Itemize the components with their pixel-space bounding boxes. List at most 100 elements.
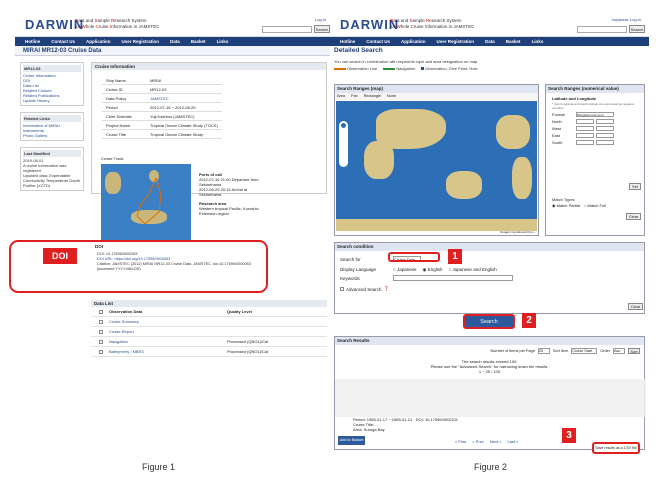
keywords-input[interactable] [393,275,513,281]
nav-data[interactable]: Data [485,37,495,46]
result-item: Period: 1985-01-17 ~ 1985-01-21 DOI: 10.… [353,417,459,432]
search-condition-panel: Search condition Search for Cruise Data … [334,242,645,314]
south-min-input[interactable] [596,140,614,145]
page-title: MIRAI MR12-03 Cruise Data [15,46,334,56]
cruise-track-map[interactable] [101,164,191,240]
search-results-panel: Search Results Number of items per Page … [334,336,646,450]
format-select[interactable]: DM (ddd.mmm.mm) [576,112,614,117]
map-panel: Search Ranges (map) Area Pan Rectangle N… [334,84,539,236]
page-prev[interactable]: < Prev [472,439,484,444]
page-next[interactable]: Next > [490,439,502,444]
row-checkbox[interactable] [99,339,103,344]
tagline: Data and Sample Research System for Whol… [75,18,160,29]
set-button[interactable]: Set [629,183,641,190]
row-checkbox[interactable] [99,349,103,354]
clear-range-button[interactable]: Clear [626,213,641,220]
nav-user-registration[interactable]: User Registration [437,37,475,46]
table-row: Cruise Summary [91,317,327,327]
sidebar-item[interactable]: Update History [23,98,81,103]
tool-pan[interactable]: Pan [351,93,358,100]
sort-item-select[interactable]: Cruise Start [571,348,598,354]
figure-2-caption: Figure 2 [474,462,508,472]
match-partial-radio[interactable]: ◉ Match Partial [552,203,580,208]
pagination: « First < Prev Next > Last » [455,439,518,444]
ports-of-call: Ports of call 2012-07-16 21:00 Departure… [199,172,259,216]
nav-application[interactable]: Application [401,37,426,46]
main-nav: Hotline Contact Us Application User Regi… [330,37,649,46]
tagline: Data and Sample Research System for Whol… [390,18,475,29]
japanese-link[interactable]: Japanese [611,17,628,22]
match-full-radio[interactable]: ○ Match Full [584,203,606,208]
north-deg-input[interactable] [576,119,594,124]
nav-user-registration[interactable]: User Registration [122,37,160,46]
nav-application[interactable]: Application [86,37,111,46]
nav-links[interactable]: Links [532,37,544,46]
world-map[interactable] [336,101,537,231]
nav-data[interactable]: Data [170,37,180,46]
sidebar-box-links: Related Links Information of MIRAI Instr… [20,112,84,141]
south-deg-input[interactable] [576,140,594,145]
login-link[interactable]: Log-in [315,17,326,22]
page-first[interactable]: « First [455,439,466,444]
clear-condition-button[interactable]: Clear [628,303,643,310]
doi-details: DOI: 10.17596/0000063 DOI URL: https://d… [97,252,267,272]
add-to-basket-button[interactable]: Add to Basket [338,436,365,445]
search-submit-button[interactable]: Search [463,314,515,329]
marker-3: 3 [562,428,576,443]
advanced-search-checkbox[interactable] [340,287,344,291]
nav-hotline[interactable]: Hotline [25,37,40,46]
data-list: Data List Observation Data Quality Level … [91,300,327,357]
search-button[interactable]: Search [629,25,645,33]
nav-links[interactable]: Links [217,37,229,46]
save-csv-button[interactable]: Save results as a CSV file [592,442,640,454]
lang-both-radio[interactable]: ○ Japanese and English [448,267,496,273]
search-input[interactable] [262,26,312,33]
results-controls: Number of items per Page 25 Sort Item Cr… [491,348,640,354]
search-input[interactable] [577,26,627,33]
match-type-options: ◉ Match Partial ○ Match Full [552,203,606,208]
nav-basket[interactable]: Basket [506,37,521,46]
north-min-input[interactable] [596,119,614,124]
table-row: Navigation Processed (QNO1)/Cal [91,337,327,347]
login-link[interactable]: Log-in [630,17,641,22]
sidebar-link[interactable]: Photo Gallery [23,133,81,138]
items-per-page-select[interactable]: 25 [537,348,550,354]
page-title: Detailed Search [334,47,383,54]
order-select[interactable]: Asc [613,348,625,354]
search-button[interactable]: Search [314,25,330,33]
tool-none[interactable]: None [387,93,396,100]
page-last[interactable]: Last » [507,439,518,444]
east-deg-input[interactable] [576,133,594,138]
sort-button[interactable]: Sort [628,348,640,354]
top-links: Japanese Log-in [611,17,641,22]
help-icon[interactable]: ❓ [384,286,390,292]
cruise-info-table: Ship Name MIRAI Cruise ID MR12-03 Data Pol… [102,76,222,139]
lang-english-radio[interactable]: ◉ English [423,267,443,273]
nav-contact[interactable]: Contact Us [366,37,390,46]
row-checkbox[interactable] [99,329,103,334]
cruise-track-label: Cruise Track [101,156,124,161]
select-all-checkbox[interactable] [99,309,103,314]
marker-1: 1 [448,249,462,264]
doi-section-title: DOI [95,244,104,249]
row-checkbox[interactable] [99,319,103,324]
tool-area[interactable]: Area [337,93,345,100]
data-list-header: Observation Data Quality Level [91,307,327,317]
sidebar: MR12-03 Cruise Information DOI Data List… [20,62,84,197]
marker-2: 2 [522,313,536,328]
west-min-input[interactable] [596,126,614,131]
track-line [136,177,162,225]
figure-1-caption: Figure 1 [142,462,176,472]
page-subtitle: You can search in combination with keywo… [334,59,479,64]
zoom-control[interactable] [339,121,348,167]
nav-hotline[interactable]: Hotline [340,37,355,46]
tool-rectangle[interactable]: Rectangle [364,93,381,100]
nav-basket[interactable]: Basket [191,37,206,46]
nav-contact[interactable]: Contact Us [51,37,75,46]
figure-1-screenshot: DARWIN Data and Sample Research System f… [9,14,334,454]
search-for-highlight [388,252,440,262]
table-row: Cruise Report [91,327,327,337]
west-deg-input[interactable] [576,126,594,131]
east-min-input[interactable] [596,133,614,138]
lang-japanese-radio[interactable]: ○ Japanese [393,267,417,273]
